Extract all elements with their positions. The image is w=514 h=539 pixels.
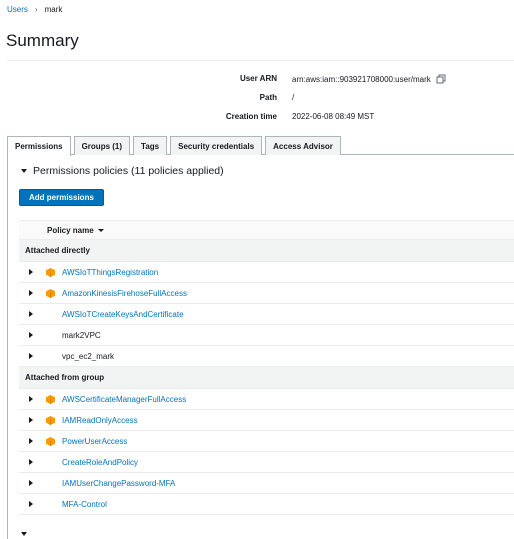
policy-name[interactable]: MFA-Control [62, 500, 107, 509]
add-permissions-button[interactable]: Add permissions [19, 189, 104, 206]
policy-name[interactable]: AmazonKinesisFirehoseFullAccess [62, 289, 187, 298]
tab-bar: Permissions Groups (1) Tags Security cre… [7, 136, 344, 156]
summary-row-arn: User ARN arn:aws:iam::903921708000:user/… [7, 74, 507, 86]
caret-down-icon [21, 532, 27, 536]
policy-name[interactable]: PowerUserAccess [62, 437, 127, 446]
breadcrumb-current: mark [44, 5, 63, 14]
policy-table: Policy name Attached directly AWSIoTThing… [19, 220, 514, 515]
creation-time-label: Creation time [225, 112, 277, 121]
breadcrumb: Users › mark [7, 5, 62, 14]
policy-row[interactable]: vpc_ec2_mark [19, 346, 514, 367]
tab-groups[interactable]: Groups (1) [73, 136, 131, 155]
user-arn-value-wrap: arn:aws:iam::903921708000:user/mark [292, 74, 446, 84]
policy-name[interactable]: CreateRoleAndPolicy [62, 458, 138, 467]
aws-managed-policy-icon [46, 268, 55, 277]
policy-row[interactable]: IAMReadOnlyAccess [19, 410, 514, 431]
policy-row[interactable]: IAMUserChangePassword-MFA [19, 473, 514, 494]
policy-name-header-label: Policy name [47, 225, 94, 235]
permissions-boundary-section [21, 532, 33, 536]
caret-right-icon[interactable] [29, 311, 33, 317]
caret-right-icon[interactable] [29, 459, 33, 465]
tab-access-advisor[interactable]: Access Advisor [265, 136, 341, 155]
caret-right-icon[interactable] [29, 501, 33, 507]
caret-right-icon[interactable] [29, 332, 33, 338]
user-arn-value: arn:aws:iam::903921708000:user/mark [292, 74, 431, 84]
policy-row[interactable]: mark2VPC [19, 325, 514, 346]
permissions-policies-title: Permissions policies (11 policies applie… [33, 165, 224, 177]
aws-managed-policy-icon [46, 437, 55, 446]
page-title: Summary [6, 31, 79, 50]
policy-row[interactable]: PowerUserAccess [19, 431, 514, 452]
policy-row[interactable]: AWSCertificateManagerFullAccess [19, 389, 514, 410]
caret-down-icon [21, 169, 27, 173]
policy-name[interactable]: AWSIoTCreateKeysAndCertificate [62, 310, 184, 319]
policy-row[interactable]: CreateRoleAndPolicy [19, 452, 514, 473]
policy-group-header: Attached from group [19, 367, 514, 389]
policy-row[interactable]: AWSIoTCreateKeysAndCertificate [19, 304, 514, 325]
tab-security-credentials[interactable]: Security credentials [170, 136, 263, 155]
policy-group-header: Attached directly [19, 240, 514, 262]
tab-tags[interactable]: Tags [133, 136, 168, 155]
caret-right-icon[interactable] [29, 353, 33, 359]
policy-name[interactable]: IAMUserChangePassword-MFA [62, 479, 175, 488]
aws-managed-policy-icon [46, 289, 55, 298]
caret-right-icon[interactable] [29, 290, 33, 296]
aws-managed-policy-icon [46, 416, 55, 425]
policy-name[interactable]: AWSIoTThingsRegistration [62, 268, 158, 277]
summary-row-path: Path / [7, 93, 507, 105]
policy-name: mark2VPC [62, 330, 101, 340]
path-label: Path [259, 93, 277, 102]
policy-name[interactable]: IAMReadOnlyAccess [62, 416, 138, 425]
summary-row-creation-time: Creation time 2022-06-08 08:49 MST [7, 112, 507, 124]
policy-rows: Attached directly AWSIoTThingsRegistratio… [19, 240, 514, 515]
creation-time-value: 2022-06-08 08:49 MST [292, 112, 375, 121]
tab-permissions[interactable]: Permissions [7, 136, 71, 156]
breadcrumb-users-link[interactable]: Users [7, 5, 28, 14]
aws-managed-policy-icon [46, 395, 55, 404]
caret-right-icon[interactable] [29, 438, 33, 444]
policy-row[interactable]: AmazonKinesisFirehoseFullAccess [19, 283, 514, 304]
policy-name[interactable]: AWSCertificateManagerFullAccess [62, 395, 186, 404]
policy-row[interactable]: MFA-Control [19, 494, 514, 515]
caret-right-icon[interactable] [29, 480, 33, 486]
policy-name: vpc_ec2_mark [62, 351, 115, 361]
user-arn-label: User ARN [239, 74, 277, 83]
copy-icon[interactable] [436, 74, 446, 84]
breadcrumb-separator: › [34, 5, 38, 14]
policy-name-column-header[interactable]: Policy name [19, 220, 514, 240]
sort-down-icon [97, 228, 104, 232]
summary-panel: User ARN arn:aws:iam::903921708000:user/… [7, 60, 514, 130]
caret-right-icon[interactable] [29, 269, 33, 275]
caret-right-icon[interactable] [29, 396, 33, 402]
path-value: / [292, 93, 295, 102]
caret-right-icon[interactable] [29, 417, 33, 423]
permissions-policies-toggle[interactable]: Permissions policies (11 policies applie… [21, 165, 224, 177]
policy-row[interactable]: AWSIoTThingsRegistration [19, 262, 514, 283]
